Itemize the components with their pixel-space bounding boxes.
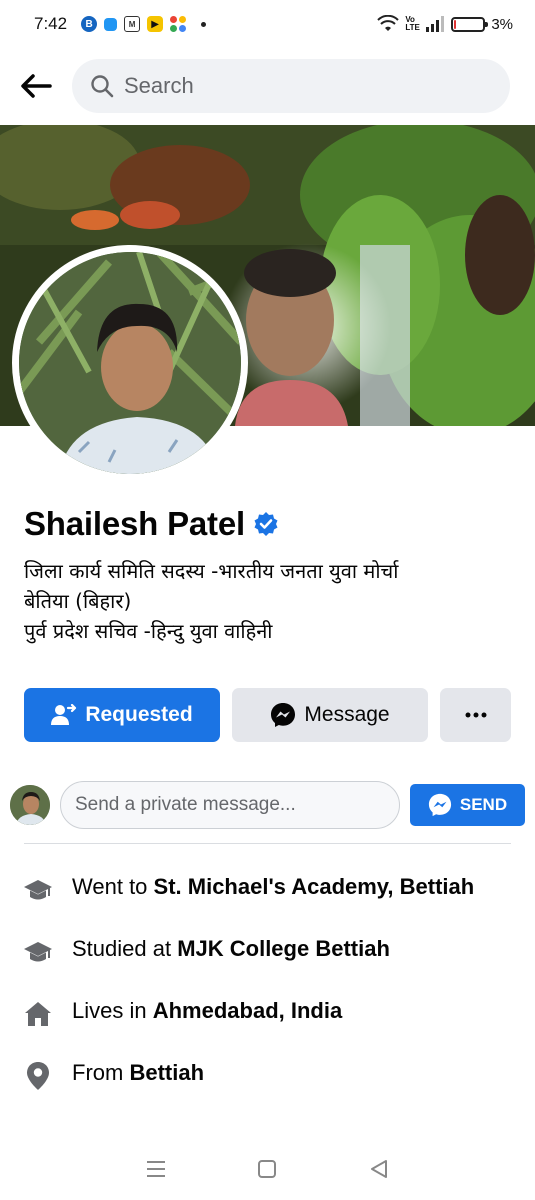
more-dots-icon [465, 712, 486, 718]
battery-icon [451, 16, 489, 32]
status-time: 7:42 [34, 14, 68, 33]
detail-text: Lives in Ahmedabad, India [72, 996, 492, 1026]
bio-line: पुर्व प्रदेश सचिव -हिन्दु युवा वाहिनी [24, 619, 273, 643]
graduation-cap-icon [22, 874, 54, 906]
detail-hometown: From Bettiah [22, 1058, 517, 1092]
message-button[interactable]: Message [232, 688, 428, 742]
status-bar: 7:42 B M ▶ Vo LTE 3% [0, 0, 535, 48]
triangle-back-icon [371, 1160, 388, 1178]
detail-text: From Bettiah [72, 1058, 492, 1088]
recent-apps-button[interactable] [136, 1149, 176, 1189]
profile-avatar[interactable] [12, 245, 248, 481]
play-app-icon: ▶ [147, 16, 164, 32]
square-icon [258, 1160, 277, 1178]
detail-text: Studied at MJK College Bettiah [72, 934, 492, 964]
b-app-icon: B [81, 16, 98, 32]
messenger-icon [271, 703, 296, 727]
home-icon [22, 998, 54, 1030]
requested-button[interactable]: Requested [24, 688, 220, 742]
system-indicators: Vo LTE 3% [377, 15, 513, 33]
detail-link[interactable]: MJK College Bettiah [177, 936, 390, 961]
bio-line: बेतिया (बिहार) [24, 589, 132, 613]
profile-name: Shailesh Patel [24, 505, 245, 542]
detail-education-school: Went to St. Michael's Academy, Bettiah [22, 872, 517, 906]
volte-label: Vo LTE [405, 15, 420, 32]
detail-link[interactable]: Ahmedabad, India [153, 998, 342, 1023]
my-avatar [10, 785, 50, 825]
private-message-input[interactable] [75, 794, 395, 816]
profile-actions: Requested Message [24, 688, 511, 742]
detail-prefix: From [72, 1060, 130, 1085]
notification-icons: B M ▶ [81, 16, 207, 32]
search-input[interactable] [124, 73, 454, 99]
my-avatar-image [10, 785, 50, 825]
graduation-cap-icon [22, 936, 54, 968]
friend-request-sent-icon [51, 704, 77, 725]
private-message-row: SEND [10, 780, 525, 830]
detail-prefix: Studied at [72, 936, 178, 961]
avatar-image [19, 252, 241, 474]
back-button[interactable] [16, 66, 56, 106]
home-nav-button[interactable] [247, 1149, 287, 1189]
private-message-field[interactable] [60, 781, 400, 829]
system-nav-bar [0, 1138, 535, 1200]
detail-prefix: Lives in [72, 998, 153, 1023]
message-label: Message [304, 703, 390, 726]
top-header [0, 58, 535, 114]
send-button[interactable]: SEND [410, 784, 525, 826]
detail-prefix: Went to [72, 874, 154, 899]
search-icon [91, 75, 114, 98]
requested-label: Requested [85, 703, 193, 726]
detail-link[interactable]: St. Michael's Academy, Bettiah [154, 874, 475, 899]
search-bar[interactable] [72, 59, 510, 113]
signal-icon [426, 16, 445, 32]
detail-text: Went to St. Michael's Academy, Bettiah [72, 872, 492, 902]
detail-education-college: Studied at MJK College Bettiah [22, 934, 517, 968]
detail-link[interactable]: Bettiah [129, 1060, 204, 1085]
back-nav-button[interactable] [359, 1149, 399, 1189]
back-arrow-icon [21, 74, 52, 98]
more-notifications-dot [201, 21, 207, 27]
bio-line: जिला कार्य समिति सदस्य -भारतीय जनता युवा… [24, 559, 399, 583]
messenger-send-icon [428, 793, 451, 817]
profile-details: Went to St. Michael's Academy, Bettiah S… [22, 872, 517, 1120]
menu-lines-icon [146, 1161, 165, 1177]
chart-app-icon: M [124, 16, 141, 32]
detail-current-city: Lives in Ahmedabad, India [22, 996, 517, 1030]
location-pin-icon [22, 1060, 54, 1092]
pinwheel-app-icon [170, 16, 187, 32]
wifi-icon [377, 15, 400, 31]
profile-bio: जिला कार्य समिति सदस्य -भारतीय जनता युवा… [24, 556, 514, 646]
verified-badge-icon [254, 512, 278, 536]
send-label: SEND [459, 795, 508, 814]
more-options-button[interactable] [440, 688, 511, 742]
profile-name-row: Shailesh Patel [24, 505, 279, 543]
battery-percent: 3% [491, 15, 513, 33]
section-divider [24, 843, 511, 844]
blue-app-icon [104, 17, 118, 31]
